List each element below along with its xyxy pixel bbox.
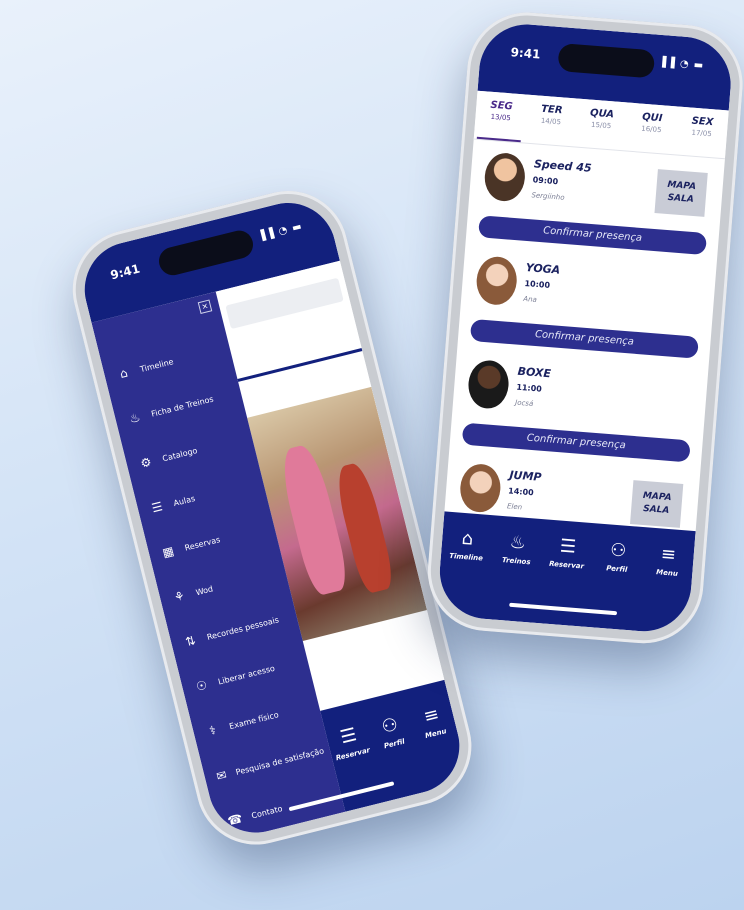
status-icons: ▐▐ ◔ ▬ — [657, 56, 705, 72]
status-icons: ▐▐ ◔ ▬ — [256, 220, 304, 243]
tab-day-sex[interactable]: SEX 17/05 — [678, 107, 726, 158]
list-icon: ☰ — [559, 535, 577, 558]
instructor-avatar — [483, 151, 527, 203]
map-room-button[interactable]: MAPA SALA — [654, 169, 708, 217]
day-name: QUI — [641, 111, 663, 125]
right-phone-screen: 9:41 ▐▐ ◔ ▬ SEG 13/05 TER 14/05 QUA 15/05 QUI 1… — [436, 20, 735, 635]
calendar-icon: ▦ — [161, 543, 176, 561]
day-date: 13/05 — [490, 112, 512, 123]
drawer-item-label: Ficha de Treinos — [150, 394, 215, 419]
class-time: 14:00 — [507, 486, 534, 498]
class-instructor: Ana — [523, 294, 538, 304]
survey-icon: ✉ — [215, 767, 229, 784]
class-time: 10:00 — [524, 278, 551, 290]
nav-item-menu[interactable]: ≡ Menu — [643, 543, 693, 579]
instructor-avatar — [466, 358, 511, 410]
nav-label: Timeline — [448, 551, 484, 563]
tab-day-seg[interactable]: SEG 13/05 — [476, 90, 525, 143]
drawer-item-label: Timeline — [139, 356, 175, 374]
exam-icon: ⚕ — [207, 722, 218, 739]
day-date: 16/05 — [641, 124, 662, 135]
drawer-item-label: Reservas — [183, 534, 222, 553]
lock-icon: ☉ — [194, 677, 209, 694]
class-card: YOGA 10:00 Ana Confirmar presença — [457, 244, 716, 367]
nav-label: Menu — [655, 568, 679, 578]
nav-label: Treinos — [501, 556, 531, 567]
bottom-nav: ⌂ Timeline ♨ Treinos ☰ Reservar ⚇ Perfil ≡ Menu — [436, 511, 696, 635]
class-instructor: Jocsá — [514, 398, 534, 409]
nav-item-menu[interactable]: ≡ Menu — [408, 701, 457, 742]
records-icon: ⇅ — [183, 633, 198, 650]
instructor-avatar — [474, 255, 519, 307]
drawer-item-label: Contato — [250, 803, 284, 820]
search-bar[interactable] — [225, 277, 344, 330]
nav-label: Perfil — [605, 564, 628, 574]
day-date: 17/05 — [691, 128, 712, 139]
class-card: Speed 45 09:00 Sergiinho MAPA SALA Confirmar… — [465, 141, 724, 264]
day-name: TER — [540, 103, 563, 117]
map-room-button[interactable]: MAPA SALA — [630, 480, 684, 528]
nav-item-timeline[interactable]: ⌂ Timeline — [442, 527, 492, 563]
day-date: 14/05 — [540, 116, 562, 127]
close-drawer-icon[interactable]: × — [197, 299, 213, 314]
drawer-item-label: Wod — [194, 583, 214, 597]
nav-item-perfil[interactable]: ⚇ Perfil — [367, 712, 416, 753]
class-name: Speed 45 — [533, 157, 593, 175]
flame-icon: ♨ — [508, 531, 527, 554]
class-time: 11:00 — [516, 382, 543, 394]
class-instructor: Elen — [506, 502, 523, 512]
tab-day-ter[interactable]: TER 14/05 — [527, 95, 575, 146]
wod-icon: ⚘ — [172, 588, 187, 605]
instructor-avatar — [458, 462, 503, 514]
home-icon: ⌂ — [461, 527, 475, 550]
flame-icon: ♨ — [127, 409, 142, 427]
divider — [237, 348, 363, 382]
home-icon: ⌂ — [118, 365, 130, 382]
class-name: BOXE — [517, 364, 552, 381]
status-time: 9:41 — [108, 261, 142, 283]
left-phone-mockup: 9:41 ▐▐ ◔ ▬ ☰ Reservar ⚇ Perfil ≡ Menu × ⌂ Tim… — [60, 178, 485, 858]
class-name: YOGA — [525, 261, 561, 277]
day-date: 15/05 — [590, 120, 612, 131]
left-phone-screen: 9:41 ▐▐ ◔ ▬ ☰ Reservar ⚇ Perfil ≡ Menu × ⌂ Tim… — [74, 192, 470, 843]
drawer-item-label: Pesquisa de satisfação — [234, 745, 325, 777]
class-time: 09:00 — [532, 175, 559, 187]
drawer-item-label: Aulas — [172, 493, 196, 508]
day-name: SEG — [490, 99, 514, 113]
day-name: QUA — [589, 107, 615, 121]
class-list: Speed 45 09:00 Sergiinho MAPA SALA Confirmar… — [441, 141, 725, 575]
drawer-item-label: Liberar acesso — [217, 663, 276, 687]
catalog-icon: ⚙ — [139, 454, 153, 471]
class-card: BOXE 11:00 Jocsá Confirmar presença — [449, 348, 708, 471]
tab-day-qua[interactable]: QUA 15/05 — [577, 99, 625, 150]
nav-item-treinos[interactable]: ♨ Treinos — [492, 531, 542, 567]
nav-item-reservar[interactable]: ☰ Reservar — [542, 535, 592, 571]
nav-label: Reservar — [548, 559, 585, 571]
class-instructor: Sergiinho — [531, 191, 565, 202]
tab-day-qui[interactable]: QUI 16/05 — [628, 103, 676, 154]
nav-item-perfil[interactable]: ⚇ Perfil — [593, 539, 643, 575]
drawer-item-label: Recordes pessoais — [205, 614, 280, 642]
user-icon: ⚇ — [609, 539, 628, 562]
drawer-item-label: Catalogo — [161, 445, 199, 463]
right-phone-mockup: 9:41 ▐▐ ◔ ▬ SEG 13/05 TER 14/05 QUA 15/05 QUI 1… — [423, 8, 744, 648]
contact-icon: ☎ — [226, 811, 244, 829]
status-time: 9:41 — [510, 45, 541, 62]
drawer-item-label: Exame físico — [228, 709, 280, 731]
menu-icon: ≡ — [660, 543, 677, 566]
day-name: SEX — [691, 115, 714, 129]
class-name: JUMP — [508, 468, 542, 484]
nav-item-reservar[interactable]: ☰ Reservar — [326, 722, 375, 763]
list-icon: ☰ — [150, 499, 165, 516]
